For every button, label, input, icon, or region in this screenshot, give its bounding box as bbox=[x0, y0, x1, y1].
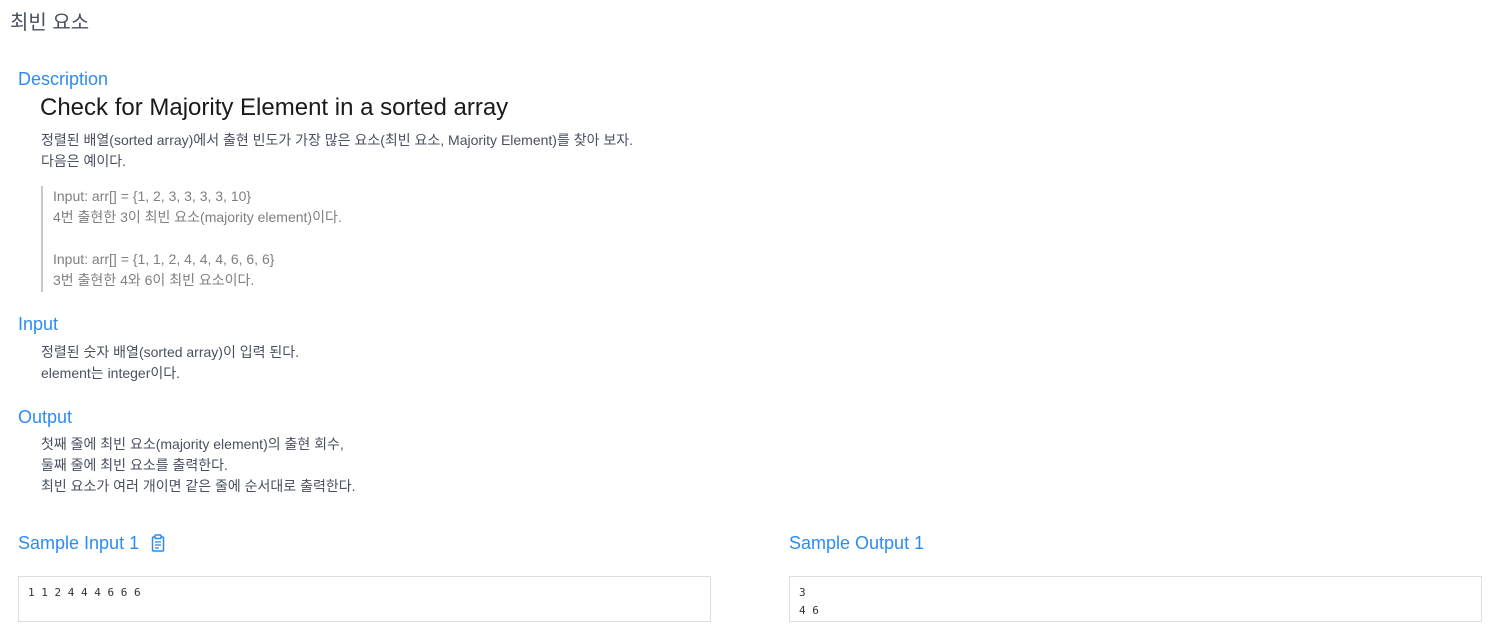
output-line: 최빈 요소가 여러 개이면 같은 줄에 순서대로 출력한다. bbox=[41, 478, 356, 494]
input-line: element는 integer이다. bbox=[41, 365, 181, 381]
example-input: Input: arr[] = {1, 2, 3, 3, 3, 3, 10} bbox=[53, 188, 252, 204]
description-text: 정렬된 배열(sorted array)에서 출현 빈도가 가장 많은 요소(최… bbox=[41, 130, 633, 172]
sample-output-heading: Sample Output 1 bbox=[789, 532, 924, 554]
description-line: 다음은 예이다. bbox=[41, 153, 127, 169]
sample-output-box[interactable]: 3 4 6 bbox=[789, 576, 1482, 622]
page-title: 최빈 요소 bbox=[10, 12, 90, 34]
example-blockquote: Input: arr[] = {1, 2, 3, 3, 3, 3, 10} 4번… bbox=[41, 186, 441, 292]
sample-input-heading: Sample Input 1 bbox=[18, 532, 165, 554]
output-heading: Output bbox=[18, 407, 73, 427]
problem-title: Check for Majority Element in a sorted a… bbox=[40, 94, 509, 121]
example-explanation: 3번 출현한 4와 6이 최빈 요소이다. bbox=[53, 272, 255, 288]
sample-output-label: Sample Output 1 bbox=[789, 533, 925, 553]
output-line: 둘째 줄에 최빈 요소를 출력한다. bbox=[41, 457, 228, 473]
example-explanation: 4번 출현한 3이 최빈 요소(majority element)이다. bbox=[53, 209, 342, 225]
sample-input-box[interactable]: 1 1 2 4 4 4 6 6 6 bbox=[18, 576, 711, 622]
output-text: 첫째 줄에 최빈 요소(majority element)의 출현 회수, 둘째… bbox=[41, 434, 355, 497]
sample-input-label: Sample Input 1 bbox=[18, 533, 140, 553]
clipboard-icon[interactable] bbox=[151, 534, 165, 552]
input-heading: Input bbox=[18, 314, 59, 334]
input-line: 정렬된 숫자 배열(sorted array)이 입력 된다. bbox=[41, 344, 300, 360]
example-input: Input: arr[] = {1, 1, 2, 4, 4, 4, 6, 6, … bbox=[53, 251, 275, 267]
description-line: 정렬된 배열(sorted array)에서 출현 빈도가 가장 많은 요소(최… bbox=[41, 132, 634, 148]
input-text: 정렬된 숫자 배열(sorted array)이 입력 된다. element는… bbox=[41, 342, 299, 384]
description-heading: Description bbox=[18, 69, 109, 89]
output-line: 첫째 줄에 최빈 요소(majority element)의 출현 회수, bbox=[41, 436, 344, 452]
